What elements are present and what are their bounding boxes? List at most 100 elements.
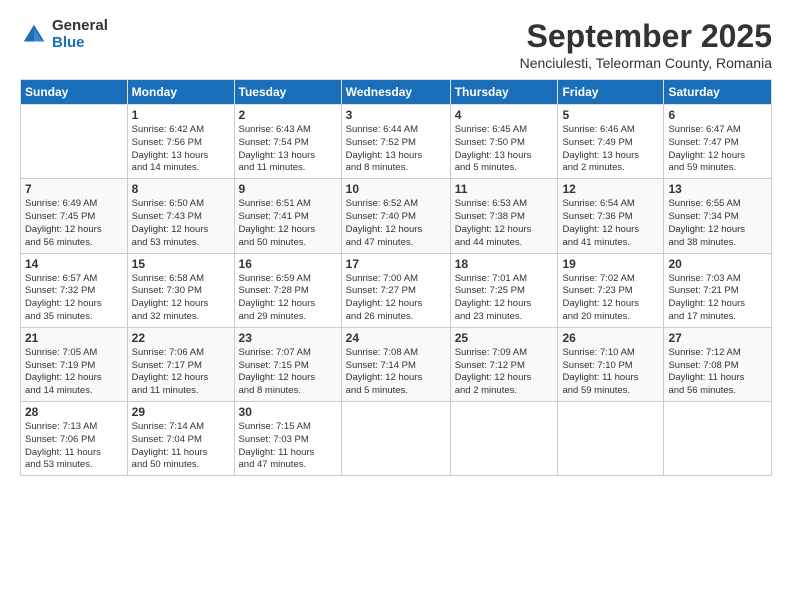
subtitle: Nenciulesti, Teleorman County, Romania <box>520 55 772 71</box>
day-detail: Sunrise: 7:15 AMSunset: 7:03 PMDaylight:… <box>239 421 337 472</box>
calendar-week-5: 28 Sunrise: 7:13 AMSunset: 7:06 PMDayligh… <box>21 402 772 476</box>
day-number: 5 <box>562 108 659 122</box>
calendar-cell: 7 Sunrise: 6:49 AMSunset: 7:45 PMDaylight… <box>21 179 128 253</box>
logo: General Blue <box>20 18 108 51</box>
calendar-cell: 13 Sunrise: 6:55 AMSunset: 7:34 PMDayligh… <box>664 179 772 253</box>
day-number: 24 <box>346 331 446 345</box>
calendar-cell: 4Sunrise: 6:45 AMSunset: 7:50 PMDaylight… <box>450 105 558 179</box>
day-number: 2 <box>239 108 337 122</box>
day-detail: Sunrise: 6:46 AMSunset: 7:49 PMDaylight:… <box>562 124 659 175</box>
calendar-cell: 16 Sunrise: 6:59 AMSunset: 7:28 PMDayligh… <box>234 253 341 327</box>
day-number: 30 <box>239 405 337 419</box>
calendar-cell: 30 Sunrise: 7:15 AMSunset: 7:03 PMDayligh… <box>234 402 341 476</box>
calendar-cell: 18Sunrise: 7:01 AMSunset: 7:25 PMDayligh… <box>450 253 558 327</box>
header-tuesday: Tuesday <box>234 80 341 105</box>
day-number: 13 <box>668 182 767 196</box>
day-detail: Sunrise: 6:59 AMSunset: 7:28 PMDaylight:… <box>239 273 337 324</box>
day-detail: Sunrise: 6:52 AMSunset: 7:40 PMDaylight:… <box>346 198 446 249</box>
calendar-cell <box>450 402 558 476</box>
day-number: 29 <box>132 405 230 419</box>
calendar-week-1: 1 Sunrise: 6:42 AMSunset: 7:56 PMDaylight… <box>21 105 772 179</box>
day-number: 16 <box>239 257 337 271</box>
day-number: 14 <box>25 257 123 271</box>
day-detail: Sunrise: 6:53 AMSunset: 7:38 PMDaylight:… <box>455 198 554 249</box>
day-number: 19 <box>562 257 659 271</box>
calendar-cell: 12 Sunrise: 6:54 AMSunset: 7:36 PMDayligh… <box>558 179 664 253</box>
header-wednesday: Wednesday <box>341 80 450 105</box>
day-detail: Sunrise: 6:55 AMSunset: 7:34 PMDaylight:… <box>668 198 767 249</box>
calendar-cell: 22 Sunrise: 7:06 AMSunset: 7:17 PMDayligh… <box>127 327 234 401</box>
day-number: 6 <box>668 108 767 122</box>
calendar-cell: 8 Sunrise: 6:50 AMSunset: 7:43 PMDaylight… <box>127 179 234 253</box>
day-detail: Sunrise: 6:54 AMSunset: 7:36 PMDaylight:… <box>562 198 659 249</box>
day-detail: Sunrise: 7:14 AMSunset: 7:04 PMDaylight:… <box>132 421 230 472</box>
day-number: 27 <box>668 331 767 345</box>
calendar-cell: 6 Sunrise: 6:47 AMSunset: 7:47 PMDaylight… <box>664 105 772 179</box>
day-detail: Sunrise: 6:49 AMSunset: 7:45 PMDaylight:… <box>25 198 123 249</box>
day-number: 12 <box>562 182 659 196</box>
day-detail: Sunrise: 6:58 AMSunset: 7:30 PMDaylight:… <box>132 273 230 324</box>
header-friday: Friday <box>558 80 664 105</box>
header: General Blue September 2025 Nenciulesti,… <box>20 18 772 71</box>
day-detail: Sunrise: 6:51 AMSunset: 7:41 PMDaylight:… <box>239 198 337 249</box>
logo-general: General <box>52 18 108 35</box>
logo-text: General Blue <box>52 18 108 51</box>
day-number: 10 <box>346 182 446 196</box>
day-number: 20 <box>668 257 767 271</box>
calendar-cell: 26Sunrise: 7:10 AMSunset: 7:10 PMDayligh… <box>558 327 664 401</box>
day-detail: Sunrise: 7:13 AMSunset: 7:06 PMDaylight:… <box>25 421 123 472</box>
day-number: 23 <box>239 331 337 345</box>
logo-icon <box>20 21 48 49</box>
day-detail: Sunrise: 7:00 AMSunset: 7:27 PMDaylight:… <box>346 273 446 324</box>
day-number: 18 <box>455 257 554 271</box>
page-container: General Blue September 2025 Nenciulesti,… <box>0 0 792 612</box>
calendar-cell: 9 Sunrise: 6:51 AMSunset: 7:41 PMDaylight… <box>234 179 341 253</box>
main-title: September 2025 <box>520 18 772 55</box>
calendar-week-3: 14Sunrise: 6:57 AMSunset: 7:32 PMDayligh… <box>21 253 772 327</box>
calendar-cell: 11 Sunrise: 6:53 AMSunset: 7:38 PMDayligh… <box>450 179 558 253</box>
calendar-cell: 23 Sunrise: 7:07 AMSunset: 7:15 PMDayligh… <box>234 327 341 401</box>
calendar-cell: 29 Sunrise: 7:14 AMSunset: 7:04 PMDayligh… <box>127 402 234 476</box>
day-number: 15 <box>132 257 230 271</box>
calendar-header-row: Sunday Monday Tuesday Wednesday Thursday… <box>21 80 772 105</box>
day-number: 28 <box>25 405 123 419</box>
calendar-table: Sunday Monday Tuesday Wednesday Thursday… <box>20 79 772 476</box>
day-detail: Sunrise: 7:10 AMSunset: 7:10 PMDaylight:… <box>562 347 659 398</box>
calendar-cell: 20Sunrise: 7:03 AMSunset: 7:21 PMDayligh… <box>664 253 772 327</box>
calendar-cell <box>664 402 772 476</box>
calendar-cell: 14Sunrise: 6:57 AMSunset: 7:32 PMDayligh… <box>21 253 128 327</box>
day-detail: Sunrise: 7:05 AMSunset: 7:19 PMDaylight:… <box>25 347 123 398</box>
day-detail: Sunrise: 7:09 AMSunset: 7:12 PMDaylight:… <box>455 347 554 398</box>
calendar-week-4: 21 Sunrise: 7:05 AMSunset: 7:19 PMDayligh… <box>21 327 772 401</box>
day-number: 9 <box>239 182 337 196</box>
day-detail: Sunrise: 6:44 AMSunset: 7:52 PMDaylight:… <box>346 124 446 175</box>
day-number: 8 <box>132 182 230 196</box>
calendar-cell <box>21 105 128 179</box>
title-block: September 2025 Nenciulesti, Teleorman Co… <box>520 18 772 71</box>
day-detail: Sunrise: 7:07 AMSunset: 7:15 PMDaylight:… <box>239 347 337 398</box>
calendar-cell: 1 Sunrise: 6:42 AMSunset: 7:56 PMDaylight… <box>127 105 234 179</box>
day-detail: Sunrise: 6:42 AMSunset: 7:56 PMDaylight:… <box>132 124 230 175</box>
day-number: 1 <box>132 108 230 122</box>
calendar-cell: 21 Sunrise: 7:05 AMSunset: 7:19 PMDayligh… <box>21 327 128 401</box>
day-number: 22 <box>132 331 230 345</box>
calendar-cell: 5 Sunrise: 6:46 AMSunset: 7:49 PMDaylight… <box>558 105 664 179</box>
day-number: 7 <box>25 182 123 196</box>
header-thursday: Thursday <box>450 80 558 105</box>
day-detail: Sunrise: 7:06 AMSunset: 7:17 PMDaylight:… <box>132 347 230 398</box>
calendar-cell: 25 Sunrise: 7:09 AMSunset: 7:12 PMDayligh… <box>450 327 558 401</box>
calendar-cell: 27Sunrise: 7:12 AMSunset: 7:08 PMDayligh… <box>664 327 772 401</box>
calendar-cell: 17Sunrise: 7:00 AMSunset: 7:27 PMDayligh… <box>341 253 450 327</box>
day-number: 21 <box>25 331 123 345</box>
calendar-cell: 3 Sunrise: 6:44 AMSunset: 7:52 PMDaylight… <box>341 105 450 179</box>
day-detail: Sunrise: 6:43 AMSunset: 7:54 PMDaylight:… <box>239 124 337 175</box>
calendar-cell: 19Sunrise: 7:02 AMSunset: 7:23 PMDayligh… <box>558 253 664 327</box>
calendar-cell: 15 Sunrise: 6:58 AMSunset: 7:30 PMDayligh… <box>127 253 234 327</box>
day-number: 25 <box>455 331 554 345</box>
day-number: 11 <box>455 182 554 196</box>
logo-blue: Blue <box>52 35 108 52</box>
day-detail: Sunrise: 6:50 AMSunset: 7:43 PMDaylight:… <box>132 198 230 249</box>
day-number: 3 <box>346 108 446 122</box>
day-detail: Sunrise: 6:47 AMSunset: 7:47 PMDaylight:… <box>668 124 767 175</box>
day-detail: Sunrise: 7:08 AMSunset: 7:14 PMDaylight:… <box>346 347 446 398</box>
